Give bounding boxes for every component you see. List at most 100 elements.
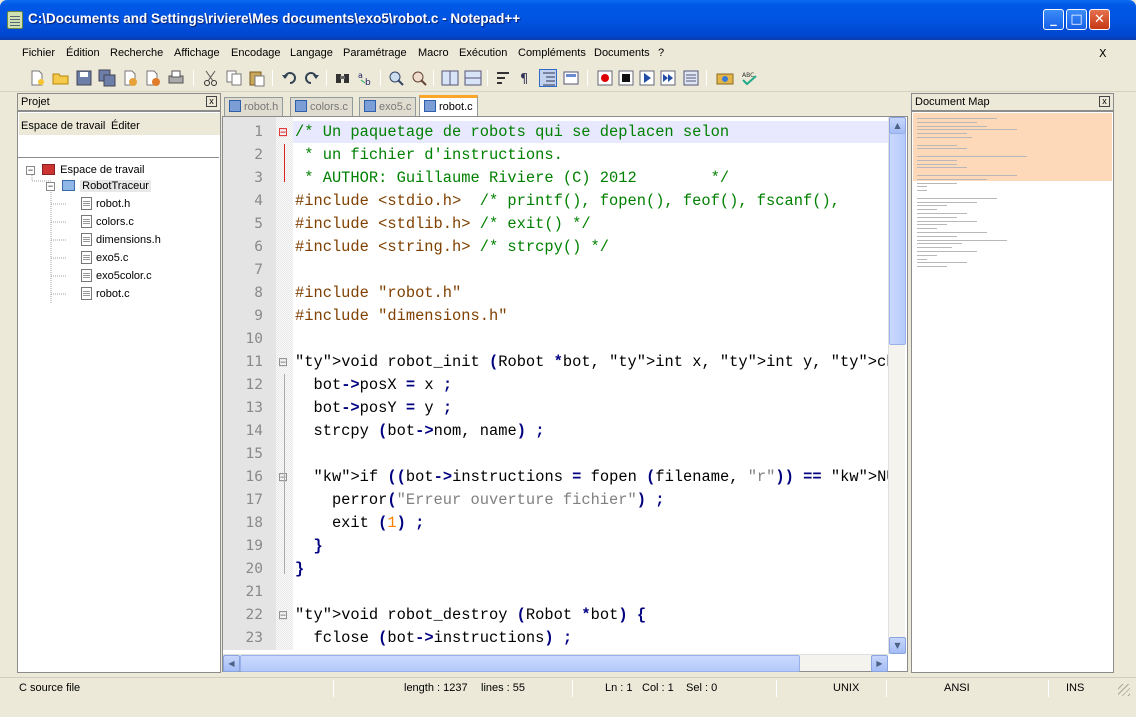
document-map-close-button[interactable]: x xyxy=(1099,96,1110,107)
tree-file-item[interactable]: robot.c xyxy=(81,287,130,300)
vertical-scroll-thumb[interactable] xyxy=(889,133,906,345)
code-line[interactable]: "kw">if ((bot->instructions = fopen (fil… xyxy=(295,468,888,486)
menu-macro[interactable]: Macro xyxy=(418,47,449,59)
maximize-button[interactable]: □ xyxy=(1066,9,1087,30)
code-line[interactable]: * un fichier d'instructions. xyxy=(295,146,563,164)
close-icon[interactable] xyxy=(121,69,139,87)
code-line[interactable]: * AUTHOR: Guillaume Riviere (C) 2012 */ xyxy=(295,169,729,187)
collapse-icon[interactable]: − xyxy=(26,166,35,175)
code-line[interactable]: #include <string.h> /* strcpy() */ xyxy=(295,238,609,256)
spellcheck-icon[interactable]: ABC xyxy=(740,69,758,87)
menu-edit-project[interactable]: Éditer xyxy=(111,120,140,132)
scroll-right-icon[interactable]: ▶ xyxy=(871,655,888,672)
tree-item-workspace[interactable]: − Espace de travail xyxy=(26,164,145,176)
wrap-icon[interactable] xyxy=(495,69,513,87)
save-icon[interactable] xyxy=(75,69,93,87)
sync-h-icon[interactable] xyxy=(464,69,482,87)
collapse-icon[interactable]: − xyxy=(46,182,55,191)
sync-v-icon[interactable] xyxy=(441,69,459,87)
fold-toggle-icon[interactable]: ⊟ xyxy=(278,608,288,622)
menu-fichier[interactable]: Fichier xyxy=(22,47,55,59)
project-panel-close-button[interactable]: x xyxy=(206,96,217,107)
code-line[interactable]: /* Un paquetage de robots qui se deplace… xyxy=(295,123,729,141)
code-line[interactable]: exit (1) ; xyxy=(295,514,424,532)
play-macro-icon[interactable] xyxy=(638,69,656,87)
menu-execution[interactable]: Exécution xyxy=(459,47,507,59)
resize-grip[interactable] xyxy=(1118,684,1130,696)
tree-file-item[interactable]: dimensions.h xyxy=(81,233,161,246)
code-line[interactable]: bot->posX = x ; xyxy=(295,376,452,394)
code-line[interactable]: #include "dimensions.h" xyxy=(295,307,507,325)
save-macro-icon[interactable] xyxy=(682,69,700,87)
code-editor[interactable]: 1 2 3 4 5 6 7 8 9 10 11 12 13 14 15 16 17 18 19 20 21 22 23 ⊟ ⊟… xyxy=(222,116,908,672)
code-line[interactable]: "ty">void robot_destroy (Robot *bot) { xyxy=(295,606,646,624)
open-icon[interactable] xyxy=(52,69,70,87)
print-icon[interactable] xyxy=(167,69,185,87)
close-button[interactable]: ✕ xyxy=(1089,9,1110,30)
document-map-view[interactable] xyxy=(911,111,1114,673)
code-line[interactable]: "ty">void robot_init (Robot *bot, "ty">i… xyxy=(295,353,888,371)
menu-recherche[interactable]: Recherche xyxy=(110,47,163,59)
show-all-chars-icon[interactable]: ¶ xyxy=(516,69,534,87)
menu-complements[interactable]: Compléments xyxy=(518,47,586,59)
tab-robot-h[interactable]: robot.h xyxy=(224,97,284,116)
fold-toggle-icon[interactable]: ⊟ xyxy=(278,355,288,369)
replace-icon[interactable]: ab xyxy=(357,69,375,88)
menu-edition[interactable]: Édition xyxy=(66,47,100,59)
code-line[interactable]: bot->posY = y ; xyxy=(295,399,452,417)
scroll-down-icon[interactable]: ▼ xyxy=(889,637,906,654)
fold-margin[interactable]: ⊟⊟⊟⊟ xyxy=(276,117,293,650)
find-icon[interactable] xyxy=(334,69,352,87)
indent-guide-icon[interactable] xyxy=(539,69,557,87)
title-bar[interactable]: C:\Documents and Settings\riviere\Mes do… xyxy=(0,0,1136,40)
code-line[interactable]: #include <stdlib.h> /* exit() */ xyxy=(295,215,591,233)
tree-file-item[interactable]: colors.c xyxy=(81,215,134,228)
new-file-icon[interactable] xyxy=(28,69,46,87)
run-macro-multiple-icon[interactable] xyxy=(659,69,677,87)
document-map-viewport[interactable] xyxy=(913,113,1112,181)
code-line[interactable]: fclose (bot->instructions) ; xyxy=(295,629,572,647)
tab-exo5-c[interactable]: exo5.c xyxy=(359,97,417,116)
vertical-scrollbar[interactable]: ▲ ▼ xyxy=(888,117,906,654)
menu-parametrage[interactable]: Paramétrage xyxy=(343,47,407,59)
code-line[interactable]: #include <stdio.h> /* printf(), fopen(),… xyxy=(295,192,840,210)
launch-browser-icon[interactable] xyxy=(716,69,734,87)
close-all-icon[interactable] xyxy=(144,69,162,87)
menu-documents[interactable]: Documents xyxy=(594,47,650,59)
tree-file-item[interactable]: exo5color.c xyxy=(81,269,152,282)
menu-workspace[interactable]: Espace de travail xyxy=(21,120,105,132)
undo-icon[interactable] xyxy=(280,69,298,87)
copy-icon[interactable] xyxy=(225,69,243,87)
save-all-icon[interactable] xyxy=(98,69,116,87)
zoom-in-icon[interactable] xyxy=(387,69,405,87)
notepadpp-app-icon[interactable] xyxy=(7,11,23,29)
horizontal-scrollbar[interactable]: ◀ ▶ xyxy=(223,654,888,672)
code-line[interactable]: } xyxy=(295,537,322,555)
scroll-left-icon[interactable]: ◀ xyxy=(223,655,240,672)
tree-file-item[interactable]: robot.h xyxy=(81,197,130,210)
close-document-button[interactable]: X xyxy=(1099,47,1107,60)
menu-langage[interactable]: Langage xyxy=(290,47,333,59)
menu-encodage[interactable]: Encodage xyxy=(231,47,281,59)
cut-icon[interactable] xyxy=(202,69,220,87)
code-line[interactable]: #include "robot.h" xyxy=(295,284,461,302)
fold-toggle-icon[interactable]: ⊟ xyxy=(278,125,288,139)
record-macro-icon[interactable] xyxy=(596,69,614,87)
redo-icon[interactable] xyxy=(303,69,321,87)
code-line[interactable]: perror("Erreur ouverture fichier") ; xyxy=(295,491,665,509)
zoom-out-icon[interactable] xyxy=(410,69,428,87)
scroll-up-icon[interactable]: ▲ xyxy=(889,117,906,134)
tree-file-item[interactable]: exo5.c xyxy=(81,251,128,264)
tab-colors-c[interactable]: colors.c xyxy=(290,97,353,116)
tree-item-project[interactable]: − RobotTraceur xyxy=(46,180,151,192)
horizontal-scroll-thumb[interactable] xyxy=(240,655,800,672)
code-area[interactable]: /* Un paquetage de robots qui se deplace… xyxy=(293,117,888,650)
code-line[interactable]: strcpy (bot->nom, name) ; xyxy=(295,422,544,440)
code-line[interactable]: } xyxy=(295,560,304,578)
menu-affichage[interactable]: Affichage xyxy=(174,47,220,59)
paste-icon[interactable] xyxy=(248,69,266,87)
minimize-button[interactable]: _ xyxy=(1043,9,1064,30)
tab-robot-c[interactable]: robot.c xyxy=(419,95,478,116)
stop-macro-icon[interactable] xyxy=(617,69,635,87)
menu-help[interactable]: ? xyxy=(658,47,664,59)
